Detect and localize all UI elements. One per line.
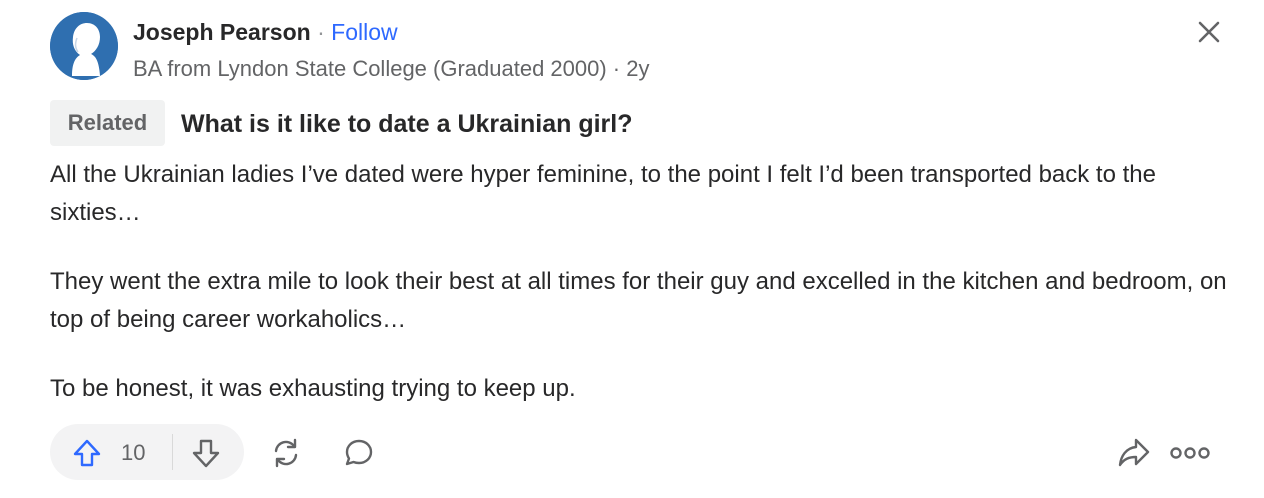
upvote-button[interactable]: 10 (50, 424, 172, 480)
more-dots-icon (1170, 447, 1210, 459)
author-name[interactable]: Joseph Pearson (133, 19, 311, 45)
separator-dot: · (310, 19, 332, 45)
upvote-arrow-icon (73, 439, 101, 467)
close-button[interactable] (1193, 16, 1225, 48)
close-icon (1198, 21, 1220, 43)
author-line: Joseph Pearson · Follow (133, 18, 398, 46)
comment-button[interactable] (341, 435, 377, 471)
answer-paragraph: To be honest, it was exhausting trying t… (50, 375, 576, 402)
comment-bubble-icon (345, 439, 373, 466)
share-button[interactable] (268, 435, 304, 471)
related-question-link[interactable]: What is it like to date a Ukrainian girl… (181, 108, 632, 140)
answer-paragraph: All the Ukrainian ladies I’ve dated were… (50, 161, 1156, 226)
user-silhouette-icon (50, 12, 118, 80)
author-credential[interactable]: BA from Lyndon State College (Graduated … (133, 55, 649, 83)
forward-share-button[interactable] (1116, 435, 1152, 471)
related-badge: Related (50, 100, 165, 146)
downvote-button[interactable] (173, 424, 244, 480)
answer-paragraph: They went the extra mile to look their b… (50, 268, 1227, 333)
vote-pill: 10 (50, 424, 244, 480)
downvote-arrow-icon (192, 439, 220, 468)
share-reload-icon (274, 438, 298, 468)
avatar[interactable] (50, 12, 118, 80)
upvote-count: 10 (121, 440, 146, 465)
more-options-button[interactable] (1168, 435, 1212, 471)
follow-button[interactable]: Follow (331, 19, 397, 45)
forward-share-icon (1118, 438, 1150, 467)
